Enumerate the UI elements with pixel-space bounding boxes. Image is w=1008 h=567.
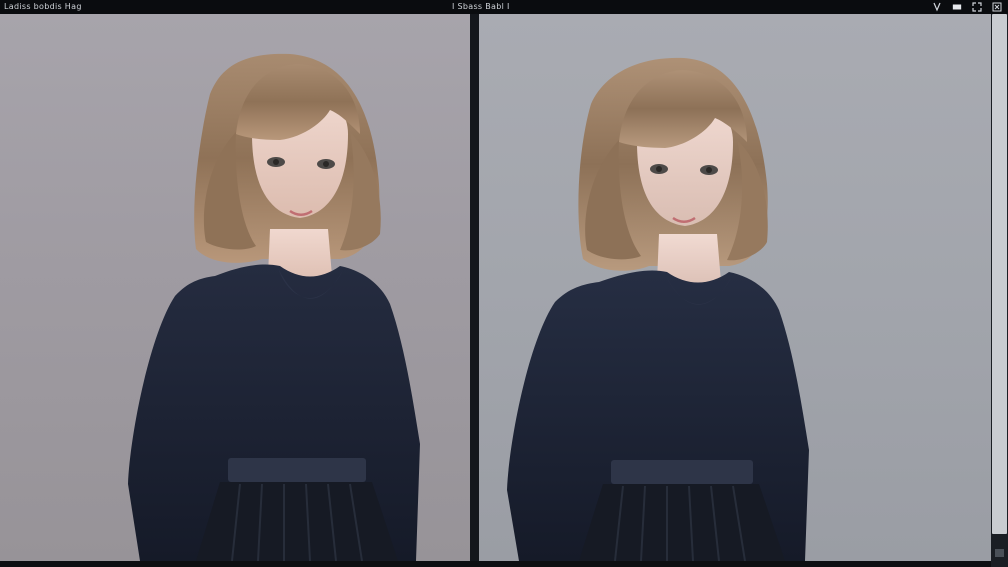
window-icon[interactable] xyxy=(952,2,962,12)
app-title-center: I Sbass Babl I xyxy=(452,2,510,11)
edited-image-panel[interactable] xyxy=(479,14,991,561)
bottom-frame xyxy=(0,561,991,567)
portrait-figure-right xyxy=(507,57,809,561)
title-bar: Ladiss bobdis Hag I Sbass Babl I xyxy=(0,0,1008,14)
app-title-left: Ladiss bobdis Hag xyxy=(4,2,82,11)
window-controls xyxy=(932,0,1002,14)
scrollbar-end-icon[interactable] xyxy=(995,549,1004,557)
scrollbar-thumb[interactable] xyxy=(992,14,1007,534)
portrait-figure-left xyxy=(128,53,420,561)
edit-pen-icon[interactable] xyxy=(932,2,942,12)
expand-icon[interactable] xyxy=(972,2,982,12)
original-image-panel[interactable] xyxy=(0,14,470,561)
close-icon[interactable] xyxy=(992,2,1002,12)
split-divider[interactable] xyxy=(470,14,479,567)
vertical-scrollbar[interactable] xyxy=(991,14,1008,567)
